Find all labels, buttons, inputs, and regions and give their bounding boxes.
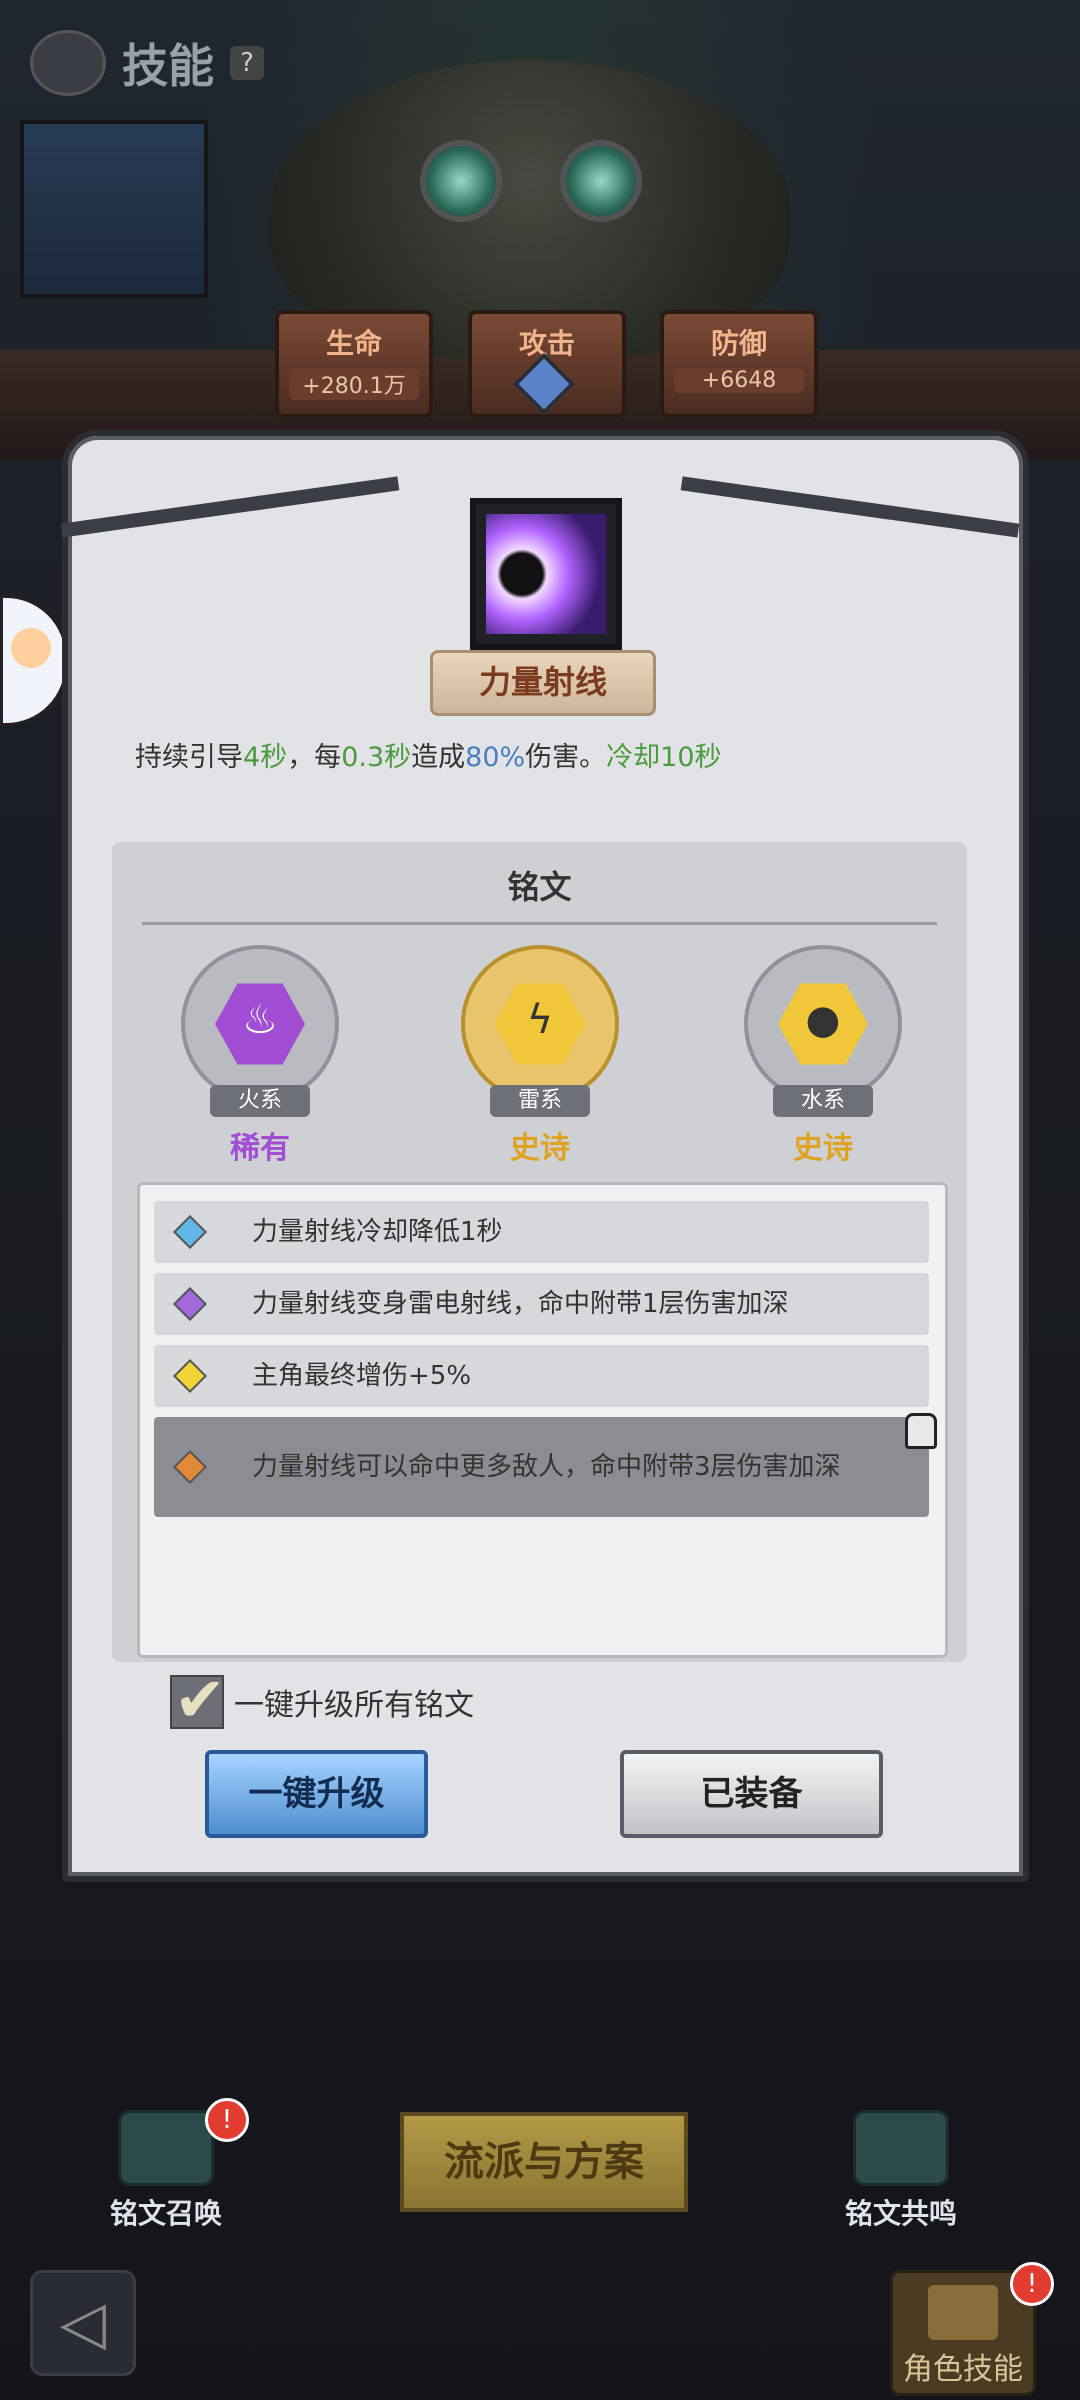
rune-socket: ♨: [181, 945, 339, 1103]
rune-slot-lightning[interactable]: ϟ 雷系 史诗: [455, 945, 625, 1167]
owl-eye-left: [420, 140, 502, 222]
desc-text: 造成: [411, 742, 466, 773]
desc-cooldown: 冷却10秒: [606, 742, 722, 773]
diamond-icon: [173, 1215, 207, 1249]
stat-label: 生命: [325, 327, 382, 360]
rune-rarity: 稀有: [230, 1131, 290, 1166]
fire-icon: ♨: [242, 997, 278, 1043]
page-header: 技能 ?: [30, 30, 264, 96]
rune-socket: ϟ: [461, 945, 619, 1103]
effect-row: 力量射线变身雷电射线，命中附带1层伤害加深: [154, 1273, 929, 1335]
notification-badge: !: [1010, 2262, 1054, 2306]
desc-text: ，每: [287, 742, 342, 773]
stat-value: +280.1万: [289, 368, 419, 400]
upgrade-all-label: 一键升级所有铭文: [234, 1688, 474, 1723]
monkey-face-icon: [11, 628, 51, 668]
stat-defense: 防御 +6648: [660, 310, 818, 418]
page-title: 技能: [122, 39, 214, 93]
lightning-icon: ϟ: [526, 997, 554, 1043]
upgrade-all-checkbox[interactable]: [170, 1663, 226, 1736]
skill-book-icon: [928, 2285, 998, 2340]
divider: [142, 922, 937, 925]
rune-summon-icon: [118, 2110, 214, 2186]
notification-badge: !: [205, 2098, 249, 2142]
rune-slot-water[interactable]: ● 水系 史诗: [738, 945, 908, 1167]
water-drop-icon: ●: [805, 997, 841, 1043]
rune-resonance-button[interactable]: 铭文共鸣: [845, 2110, 957, 2232]
strategy-button[interactable]: 流派与方案: [400, 2112, 688, 2212]
owl-eye-right: [560, 140, 642, 222]
stat-hp: 生命 +280.1万: [275, 310, 433, 418]
rune-type-label: 雷系: [490, 1085, 590, 1117]
desc-interval: 0.3秒: [341, 742, 412, 773]
skill-icon: [470, 498, 622, 650]
back-button[interactable]: ◁: [30, 2270, 136, 2376]
rune-summon-label: 铭文召唤: [110, 2197, 223, 2230]
rune-socket: ●: [744, 945, 902, 1103]
one-click-upgrade-button[interactable]: 一键升级: [205, 1750, 428, 1838]
stat-value: +6648: [674, 368, 804, 393]
rune-resonance-label: 铭文共鸣: [845, 2197, 958, 2230]
rune-effects-list: 力量射线冷却降低1秒 力量射线变身雷电射线，命中附带1层伤害加深 主角最终增伤+…: [137, 1182, 948, 1658]
desc-duration: 4秒: [243, 742, 288, 773]
effect-text: 力量射线冷却降低1秒: [252, 1217, 503, 1247]
effect-text: 主角最终增伤+5%: [252, 1361, 472, 1391]
help-button[interactable]: ?: [230, 46, 264, 80]
diamond-icon: [173, 1287, 207, 1321]
effect-row: 力量射线冷却降低1秒: [154, 1201, 929, 1263]
desc-damage: 80%: [465, 742, 526, 773]
rune-rarity: 史诗: [510, 1131, 570, 1166]
effect-text: 力量射线可以命中更多敌人，命中附带3层伤害加深: [252, 1452, 841, 1482]
rune-slot-fire[interactable]: ♨ 火系 稀有: [175, 945, 345, 1167]
skill-description: 持续引导4秒，每0.3秒造成80%伤害。冷却10秒: [135, 735, 722, 774]
desc-text: 持续引导: [135, 742, 243, 773]
rune-section-title: 铭文: [507, 868, 572, 906]
skill-name-ribbon: 力量射线: [430, 650, 656, 716]
rune-resonance-icon: [853, 2110, 949, 2186]
effect-row: 主角最终增伤+5%: [154, 1345, 929, 1407]
rune-rarity: 史诗: [793, 1131, 853, 1166]
desc-text: 伤害。: [525, 742, 607, 773]
lock-icon: [905, 1413, 937, 1449]
rune-type-label: 水系: [773, 1085, 873, 1117]
effect-row-locked: 力量射线可以命中更多敌人，命中附带3层伤害加深: [154, 1413, 937, 1517]
stat-label: 防御: [710, 327, 767, 360]
energy-beam-icon: [486, 514, 606, 634]
background-window: [20, 120, 208, 298]
diamond-icon: [173, 1450, 207, 1484]
upgrade-all-option[interactable]: 一键升级所有铭文: [170, 1663, 474, 1736]
rune-summon-button[interactable]: 铭文召唤: [110, 2110, 222, 2232]
diamond-icon: [173, 1359, 207, 1393]
rune-type-label: 火系: [210, 1085, 310, 1117]
equipped-button[interactable]: 已装备: [620, 1750, 883, 1838]
character-skill-label: 角色技能: [903, 2352, 1023, 2387]
skill-logo-icon: [30, 30, 106, 96]
effect-text: 力量射线变身雷电射线，命中附带1层伤害加深: [252, 1289, 789, 1319]
